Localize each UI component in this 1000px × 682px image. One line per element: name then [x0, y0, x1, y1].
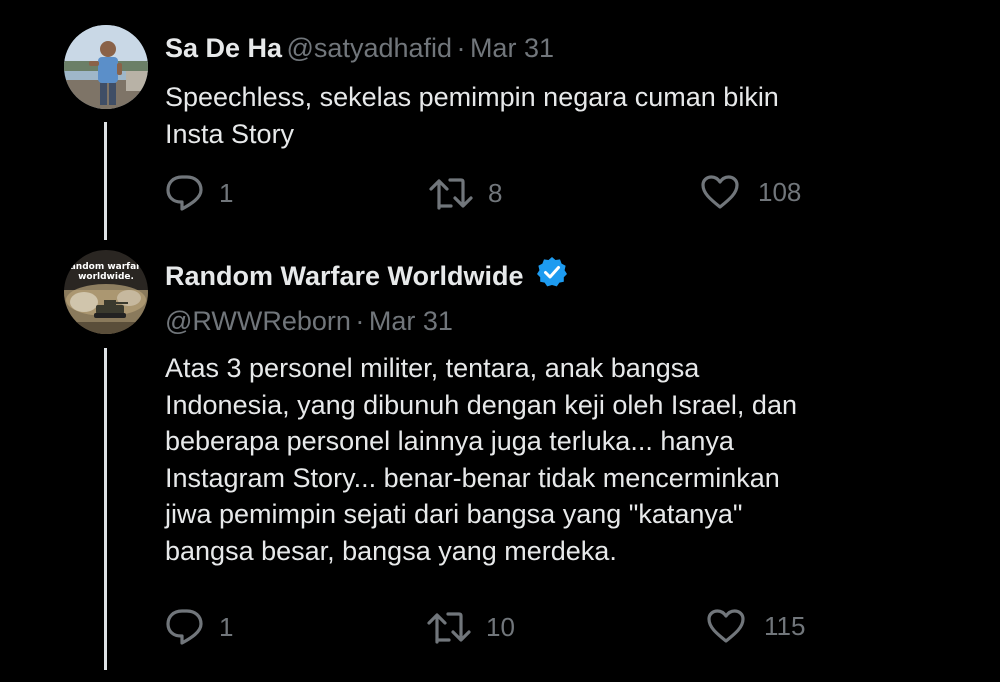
- avatar-text: random warfare worldwide.: [65, 262, 147, 282]
- timestamp[interactable]: Mar 31: [470, 33, 554, 63]
- handle[interactable]: @satyadhafid: [287, 33, 453, 63]
- tweet-2[interactable]: random warfare worldwide. Random Warfare…: [0, 250, 1000, 682]
- reply-count: 1: [219, 177, 234, 208]
- reply-icon: [166, 175, 203, 211]
- reply-button[interactable]: 1: [165, 174, 233, 212]
- heart-icon: [701, 175, 739, 209]
- reply-count: 1: [219, 611, 234, 642]
- timestamp[interactable]: Mar 31: [369, 306, 453, 336]
- retweet-icon: [429, 178, 473, 210]
- tweet-text: Atas 3 personel militer, tentara, anak b…: [165, 353, 797, 566]
- thread-line: [104, 348, 107, 670]
- heart-icon: [707, 609, 745, 643]
- tweet-1[interactable]: Sa De Ha @satyadhafid · Mar 31 Speechles…: [0, 0, 1000, 250]
- tweet-header: Sa De Ha @satyadhafid · Mar 31: [165, 33, 554, 64]
- display-name[interactable]: Random Warfare Worldwide: [165, 261, 524, 291]
- like-button[interactable]: 108: [700, 174, 801, 210]
- avatar-sa-de-ha[interactable]: [64, 25, 148, 109]
- reply-icon: [166, 609, 203, 645]
- verified-badge-icon: [536, 256, 568, 293]
- avatar-photo: [64, 25, 148, 109]
- retweet-button[interactable]: 8: [428, 174, 502, 212]
- like-button[interactable]: 115: [706, 608, 805, 644]
- retweet-button[interactable]: 10: [426, 608, 515, 646]
- tweet-text: Speechless, sekelas pemimpin negara cuma…: [165, 82, 779, 149]
- handle[interactable]: @RWWReborn: [165, 306, 351, 336]
- thread-line: [104, 122, 107, 240]
- like-count: 108: [758, 176, 802, 207]
- display-name[interactable]: Sa De Ha: [165, 33, 282, 63]
- reply-button[interactable]: 1: [165, 608, 233, 646]
- tweet-header: Random Warfare Worldwide: [165, 256, 568, 293]
- separator-dot: ·: [355, 306, 365, 336]
- like-count: 115: [764, 610, 806, 641]
- tweet-subheader: @RWWReborn · Mar 31: [165, 306, 453, 337]
- retweet-icon: [427, 612, 471, 644]
- retweet-count: 8: [488, 177, 503, 208]
- separator-dot: ·: [456, 33, 466, 63]
- retweet-count: 10: [486, 611, 515, 642]
- avatar-rww[interactable]: random warfare worldwide.: [64, 250, 148, 334]
